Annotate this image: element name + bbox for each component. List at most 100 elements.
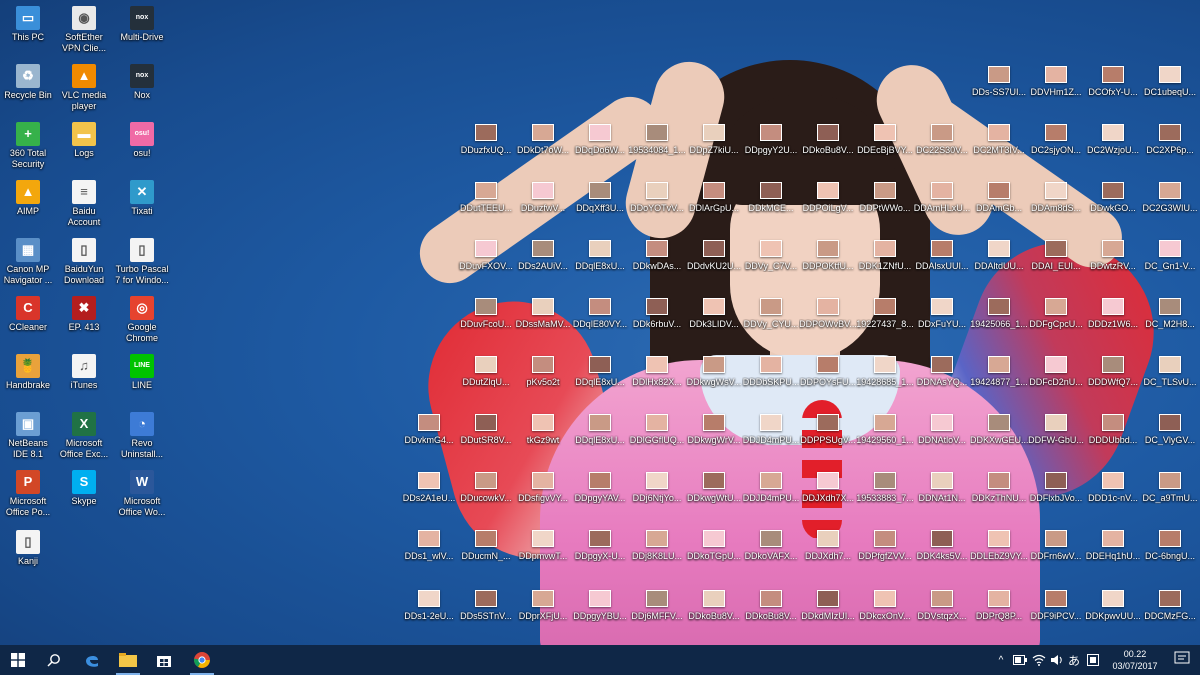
image-file[interactable]: 19534084_1... [628,124,686,156]
image-file[interactable]: DDEcBjBVY... [856,124,914,156]
image-file[interactable]: DDs2AUiV... [514,240,572,272]
image-file[interactable]: DDVy_C7V... [742,240,800,272]
desktop-shortcut[interactable]: ▬ Logs [56,122,112,159]
image-file[interactable]: DDFrn6wV... [1027,530,1085,562]
desktop-shortcut[interactable]: osu! osu! [114,122,170,159]
image-file[interactable]: DDs1_wlV... [400,530,458,562]
image-file[interactable]: DDAltdUU... [970,240,1028,272]
battery-icon[interactable] [1012,645,1028,675]
image-file[interactable]: DCOfxY-U... [1084,66,1142,98]
image-file[interactable]: DDJD4mPU... [742,472,800,504]
image-file[interactable]: DDpgyYBU... [571,590,629,622]
image-file[interactable]: DDAm8dS... [1027,182,1085,214]
image-file[interactable]: DDLEbZ9VY... [970,530,1028,562]
image-file[interactable]: DDj6NtjYo... [628,472,686,504]
image-file[interactable]: DDK1ZNfU... [856,240,914,272]
image-file[interactable]: DDqlE8xU... [571,356,629,388]
image-file[interactable]: DDkoVAFX... [742,530,800,562]
keyboard-icon[interactable] [1086,645,1100,675]
desktop-shortcut[interactable]: C CCleaner [0,296,56,333]
image-file[interactable]: DDPfgfZVV... [856,530,914,562]
image-file[interactable]: 19424877_1... [970,356,1028,388]
image-file[interactable]: DDssMaMV... [514,298,572,330]
image-file[interactable]: DDlGGflUQ... [628,414,686,446]
image-file[interactable]: DDkwgWtU... [685,472,743,504]
image-file[interactable]: DDk3LIDV... [685,298,743,330]
image-file[interactable]: DC22S30V... [913,124,971,156]
image-file[interactable]: DDPtWWo... [856,182,914,214]
image-file[interactable]: DDkdMIzUI... [799,590,857,622]
desktop-shortcut[interactable]: ◉ SoftEther VPN Clie... [56,6,112,54]
image-file[interactable]: DDDUbbd... [1084,414,1142,446]
desktop-shortcut[interactable]: +360 Total Security [0,122,56,170]
chrome-icon[interactable] [184,645,220,675]
desktop-shortcut[interactable]: S Skype [56,470,112,507]
image-file[interactable]: DDqlE8xU... [571,240,629,272]
image-file[interactable]: DDAlsxUUI... [913,240,971,272]
image-file[interactable]: DDucowkV... [457,472,515,504]
image-file[interactable]: DDkoBu8V... [799,124,857,156]
image-file[interactable]: DDutZlqU... [457,356,515,388]
desktop-shortcut[interactable]: X Microsoft Office Exc... [56,412,112,460]
image-file[interactable]: DDKzThNU... [970,472,1028,504]
clock[interactable]: 00.22 03/07/2017 [1104,648,1166,672]
image-file[interactable]: DDuvFcoU... [457,298,515,330]
image-file[interactable]: DDPrQ8P... [970,590,1028,622]
image-file[interactable]: DDVHm1Z... [1027,66,1085,98]
image-file[interactable]: DDJXdh7X... [799,472,857,504]
image-file[interactable]: DDpmvwT... [514,530,572,562]
image-file[interactable]: DDpgyYAV... [571,472,629,504]
image-file[interactable]: DDqlE80VY... [571,298,629,330]
desktop-shortcut[interactable]: ▲ AIMP [0,180,56,217]
image-file[interactable]: DDDbSKPU... [742,356,800,388]
image-file[interactable]: DDs5STnV... [457,590,515,622]
image-file[interactable]: DDj6MFFV... [628,590,686,622]
image-file[interactable]: DDutTEEU... [457,182,515,214]
image-file[interactable]: DDkoTGpU... [685,530,743,562]
desktop-shortcut[interactable]: ▯ BaiduYun Download [56,238,112,286]
image-file[interactable]: DDqXff3U... [571,182,629,214]
image-file[interactable]: DDpgyX-U... [571,530,629,562]
image-file[interactable]: DDPOiLgV... [799,182,857,214]
image-file[interactable]: DC2sjyON... [1027,124,1085,156]
image-file[interactable]: DDPOWvBV... [799,298,857,330]
desktop-shortcut[interactable]: ◔ Revo Uninstall... [114,412,170,460]
image-file[interactable]: DC_M2H8... [1141,298,1199,330]
image-file[interactable]: 19428685_1... [856,356,914,388]
image-file[interactable]: DDPOYsFU... [799,356,857,388]
image-file[interactable]: DDprXFjU... [514,590,572,622]
image-file[interactable]: DDFgCpcU... [1027,298,1085,330]
edge-icon[interactable] [74,645,110,675]
image-file[interactable]: DDlArGpU... [685,182,743,214]
desktop-shortcut[interactable]: ♻ Recycle Bin [0,64,56,101]
image-file[interactable]: 19227437_8... [856,298,914,330]
image-file[interactable]: DDwtzRV... [1084,240,1142,272]
image-file[interactable]: DDFlxbJVo... [1027,472,1085,504]
image-file[interactable]: DDkwgWrV... [685,414,743,446]
image-file[interactable]: DDAmHLxU... [913,182,971,214]
image-file[interactable]: DDutSR8V... [457,414,515,446]
wifi-icon[interactable] [1031,645,1047,675]
image-file[interactable]: DC_Gn1-V... [1141,240,1199,272]
image-file[interactable]: DC2G3WIU... [1141,182,1199,214]
image-file[interactable]: DDNAsYQ... [913,356,971,388]
image-file[interactable]: DDPOKtfU... [799,240,857,272]
image-file[interactable]: DDNAtloV... [913,414,971,446]
desktop-shortcut[interactable]: ≡ Baidu Account [56,180,112,228]
image-file[interactable]: DDVstqzX... [913,590,971,622]
desktop-shortcut[interactable]: ▲ VLC media player [56,64,112,112]
image-file[interactable]: DDpgyY2U... [742,124,800,156]
image-file[interactable]: DDFcD2nU... [1027,356,1085,388]
store-icon[interactable] [146,645,182,675]
desktop-shortcut[interactable]: ▯ Kanji [0,530,56,567]
desktop-shortcut[interactable]: 🍍 Handbrake [0,354,56,391]
image-file[interactable]: DDoYOTvV... [628,182,686,214]
image-file[interactable]: DC2XP6p... [1141,124,1199,156]
image-file[interactable]: 19429560_1... [856,414,914,446]
image-file[interactable]: DDDz1W6... [1084,298,1142,330]
volume-icon[interactable] [1049,645,1065,675]
chevron-up-icon[interactable]: ^ [994,645,1008,675]
image-file[interactable]: DDkcxOnV... [856,590,914,622]
image-file[interactable]: DDuzfwV... [514,182,572,214]
desktop-shortcut[interactable]: ▯ Turbo Pascal 7 for Windo... [114,238,170,286]
